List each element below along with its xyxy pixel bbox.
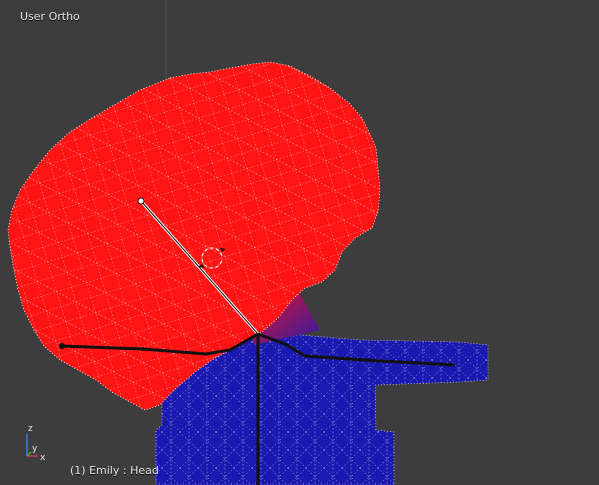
axis-z-label: z — [28, 424, 33, 434]
3d-viewport[interactable]: User Ortho (1) Emily : Head z y x — [0, 0, 599, 485]
head-bone-tip[interactable] — [137, 197, 145, 205]
axis-y-label: y — [32, 444, 38, 454]
left-elbow-joint[interactable] — [141, 347, 145, 351]
object-info-label: (1) Emily : Head — [70, 464, 159, 477]
left-hand-joint[interactable] — [59, 343, 65, 349]
scene-canvas[interactable] — [0, 0, 599, 485]
axis-x-label: x — [40, 453, 46, 463]
view-label: User Ortho — [20, 10, 80, 23]
axis-gizmo-icon: z y x — [26, 424, 46, 463]
